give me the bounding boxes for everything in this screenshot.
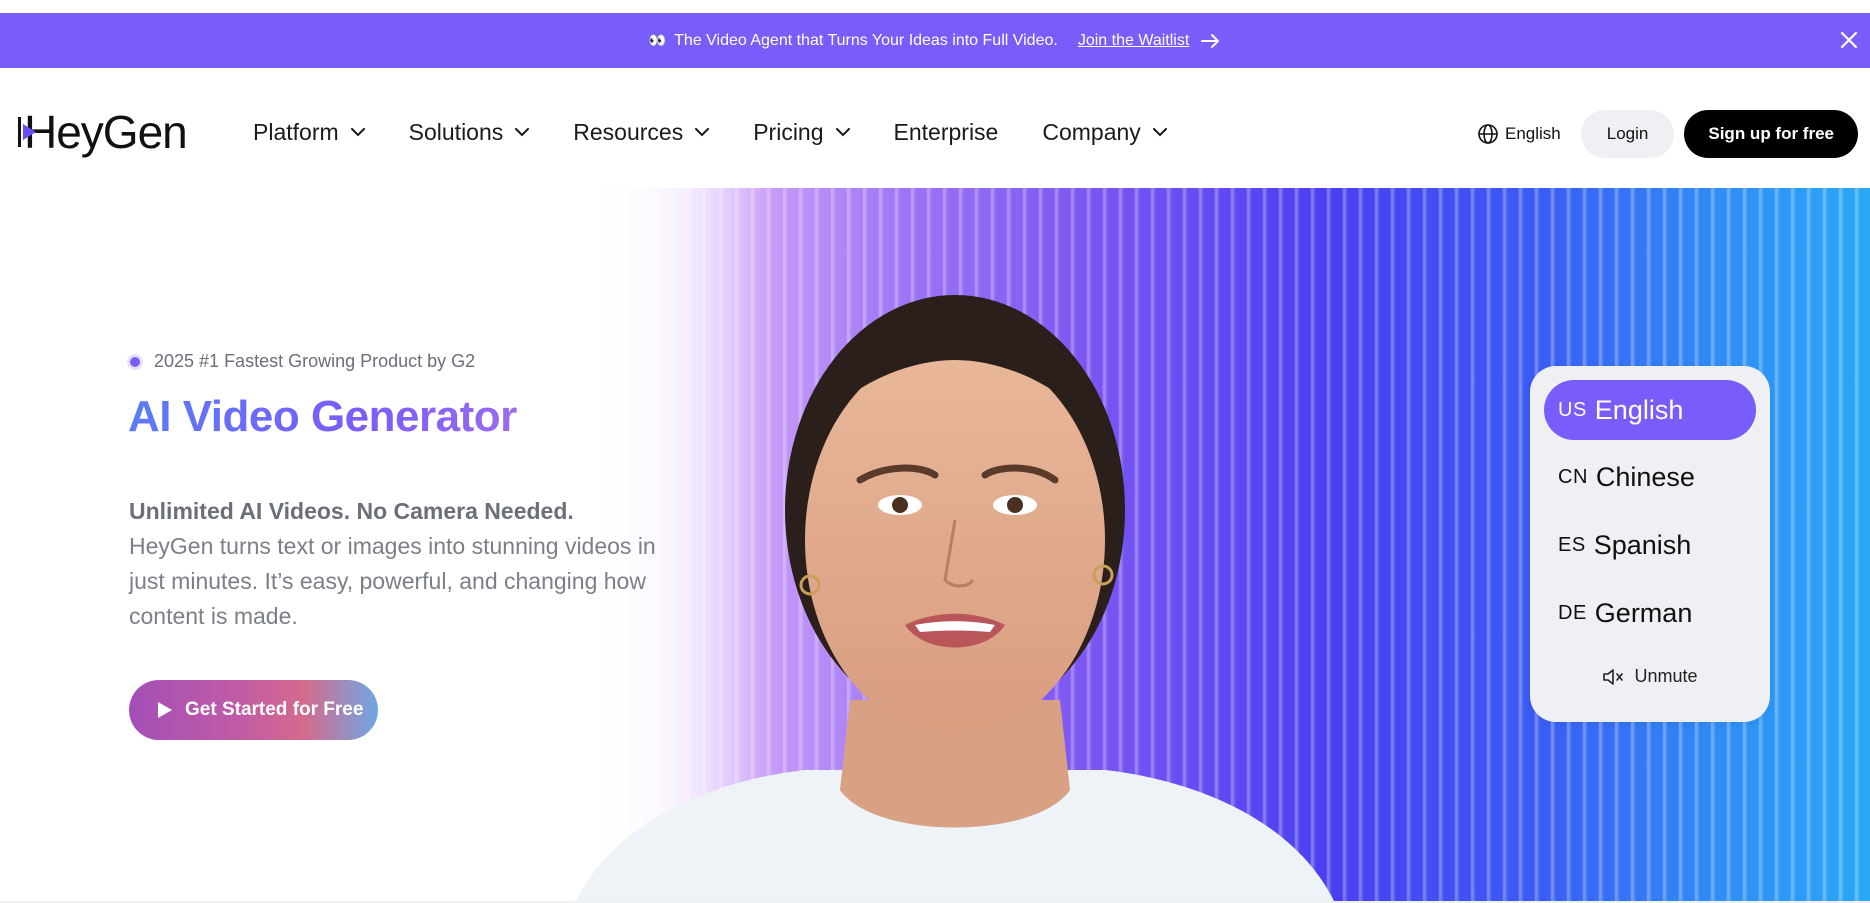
language-option-label: German — [1594, 597, 1693, 628]
get-started-button[interactable]: Get Started for Free — [129, 680, 378, 740]
primary-menu: Platform Solutions Resources Pricing Ent… — [253, 119, 1211, 146]
menu-pricing[interactable]: Pricing — [753, 119, 850, 146]
nav-actions: English Login Sign up for free — [1477, 110, 1858, 158]
unmute-button[interactable]: Unmute — [1530, 666, 1770, 687]
unmute-label: Unmute — [1634, 666, 1698, 686]
login-button[interactable]: Login — [1580, 110, 1675, 158]
badge-text: 2025 #1 Fastest Growing Product by G2 — [154, 351, 476, 371]
language-option-label: English — [1594, 394, 1684, 425]
menu-label: Company — [1042, 119, 1141, 145]
language-option-label: Spanish — [1593, 529, 1692, 560]
announcement-bar: 👀 The Video Agent that Turns Your Ideas … — [0, 13, 1870, 68]
flag-code: CN — [1558, 465, 1588, 488]
menu-platform[interactable]: Platform — [253, 119, 365, 146]
menu-enterprise[interactable]: Enterprise — [894, 119, 999, 146]
logo-wordmark: HeyGen — [24, 106, 188, 158]
language-option-english[interactable]: US English — [1544, 380, 1756, 440]
join-waitlist-link[interactable]: Join the Waitlist — [1078, 32, 1189, 50]
chevron-down-icon — [350, 128, 365, 137]
chevron-down-icon — [695, 128, 710, 137]
speaker-muted-icon — [1603, 668, 1624, 685]
menu-label: Solutions — [408, 119, 504, 145]
main-nav: HeyGen Platform Solutions Resources Pric… — [0, 68, 1870, 186]
language-option-spanish[interactable]: ES Spanish — [1544, 515, 1756, 575]
top-spacer — [0, 0, 1870, 13]
chevron-down-icon — [1152, 128, 1167, 137]
language-label: English — [1505, 124, 1561, 143]
announcement-text: The Video Agent that Turns Your Ideas in… — [674, 31, 1058, 49]
language-option-german[interactable]: DE German — [1544, 583, 1756, 643]
presenter-avatar-image — [575, 295, 1335, 903]
menu-solutions[interactable]: Solutions — [409, 119, 530, 146]
hero-tagline: Unlimited AI Videos. No Camera Needed. — [129, 498, 574, 524]
flag-code: US — [1558, 398, 1587, 421]
menu-label: Enterprise — [893, 119, 999, 145]
cta-label: Get Started for Free — [185, 699, 364, 720]
language-selector[interactable]: English — [1477, 123, 1561, 145]
close-icon[interactable] — [1836, 27, 1862, 53]
g2-badge: 2025 #1 Fastest Growing Product by G2 — [130, 351, 475, 372]
signup-button[interactable]: Sign up for free — [1684, 110, 1858, 158]
play-icon — [157, 701, 173, 719]
logo-play-icon — [18, 117, 36, 147]
video-language-panel: US English CN Chinese ES Spanish DE Germ… — [1530, 366, 1770, 722]
flag-code: ES — [1558, 533, 1586, 556]
language-option-label: Chinese — [1595, 461, 1695, 492]
menu-label: Resources — [573, 119, 684, 145]
flag-code: DE — [1558, 601, 1587, 624]
badge-dot-icon — [130, 356, 140, 367]
chevron-down-icon — [835, 128, 850, 137]
heygen-logo[interactable]: HeyGen — [18, 108, 196, 156]
menu-company[interactable]: Company — [1042, 119, 1167, 146]
hero-body: HeyGen turns text or images into stunnin… — [129, 533, 656, 629]
menu-label: Pricing — [753, 119, 824, 145]
hero-description: Unlimited AI Videos. No Camera Needed. H… — [129, 494, 689, 634]
menu-resources[interactable]: Resources — [573, 119, 710, 146]
globe-icon — [1478, 124, 1498, 144]
menu-label: Platform — [253, 119, 339, 145]
chevron-down-icon — [515, 128, 530, 137]
arrow-right-icon[interactable] — [1201, 33, 1221, 49]
language-option-chinese[interactable]: CN Chinese — [1544, 447, 1756, 507]
eyes-emoji-icon: 👀 — [648, 32, 667, 48]
hero-title: AI Video Generator — [128, 392, 517, 441]
